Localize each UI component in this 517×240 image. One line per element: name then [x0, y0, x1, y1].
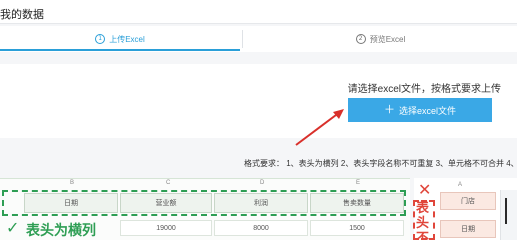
wrong-header-cell: 门店: [440, 192, 496, 210]
plus-icon: ＋: [383, 103, 395, 116]
column-letter: B: [70, 180, 75, 186]
column-letters: B C D E: [0, 180, 410, 188]
check-icon: ✓: [6, 220, 20, 237]
step-number-icon: 2: [355, 34, 366, 44]
wrong-header-cell: 日期: [440, 220, 496, 238]
title-bar: 我的数据: [0, 0, 517, 24]
data-cell: 8000: [214, 220, 308, 236]
upload-hint: 请选择excel文件，按格式要求上传: [347, 84, 501, 95]
select-excel-label: 选择excel文件: [398, 105, 456, 116]
page-title: 我的数据: [0, 9, 44, 21]
column-letter: D: [260, 180, 265, 186]
step-label: 预览Excel: [369, 34, 406, 44]
header-cell: 利润: [214, 193, 308, 213]
wrong-example-edge: [500, 190, 517, 240]
header-cell: 日期: [24, 193, 118, 213]
active-step-indicator: [0, 49, 240, 51]
select-excel-button[interactable]: ＋ 选择excel文件: [348, 98, 492, 122]
cross-icon: ✕: [418, 180, 432, 199]
step-divider: [242, 30, 243, 48]
data-cell: 19000: [120, 220, 212, 236]
step-label: 上传Excel: [109, 34, 145, 44]
data-cell: 1500: [310, 220, 404, 236]
wrong-example-label: 表头不: [416, 200, 430, 240]
column-letter: C: [166, 180, 171, 186]
format-requirements: 格式要求： 1、表头为横列 2、表头字段名称不可重复 3、单元格不可合并 4、(: [244, 159, 517, 168]
header-cell: 售卖数量: [310, 193, 404, 213]
correct-example-label: 表头为横列: [26, 222, 96, 238]
header-cell: 营业额: [120, 193, 212, 213]
step-number-icon: 1: [95, 34, 106, 44]
tab-preview-excel[interactable]: 2 预览Excel: [244, 26, 517, 52]
column-letter: E: [356, 180, 361, 186]
column-letter: A: [458, 182, 463, 188]
